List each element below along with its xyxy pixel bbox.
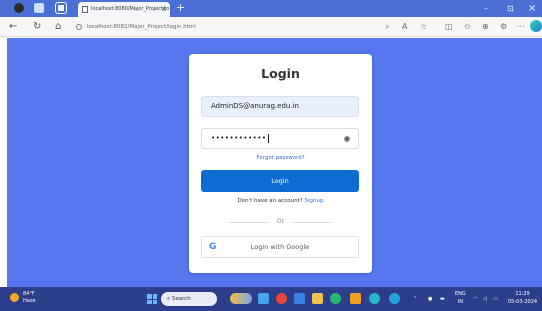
text-caret bbox=[267, 133, 269, 143]
no-account-text: Don't have an account? bbox=[237, 198, 303, 204]
maximize-button[interactable]: ⊡ bbox=[507, 0, 514, 17]
favorites-list-icon[interactable]: ✩ bbox=[464, 20, 471, 34]
back-icon[interactable]: ← bbox=[9, 20, 17, 34]
new-tab-button[interactable]: + bbox=[176, 0, 185, 16]
search-icon: ⌕ bbox=[167, 296, 171, 302]
email-value: AdminDS@anurag.edu.in bbox=[211, 102, 299, 110]
more-icon[interactable]: ··· bbox=[517, 20, 525, 34]
search-label: Search bbox=[171, 296, 191, 302]
edge-icon[interactable] bbox=[369, 293, 380, 304]
taskbar: 84°F Haze ⌕ Search ⌃ ● ▬ ENG IN ◠ ◁ ▭ 11… bbox=[0, 287, 542, 311]
favorite-icon[interactable]: ☆ bbox=[420, 20, 427, 34]
zoom-icon[interactable]: ⌕ bbox=[385, 20, 389, 34]
google-icon: G bbox=[209, 242, 217, 252]
close-window-button[interactable]: × bbox=[528, 0, 536, 17]
profile-icon[interactable] bbox=[14, 3, 24, 13]
signup-row: Don't have an account? Signup bbox=[189, 198, 372, 204]
login-card: Login AdminDS@anurag.edu.in ••••••••••••… bbox=[189, 54, 372, 273]
show-password-icon[interactable]: ◉ bbox=[344, 129, 351, 148]
or-text: Or bbox=[276, 218, 285, 225]
volume-icon[interactable]: ◁ bbox=[483, 295, 487, 303]
home-icon[interactable]: ⌂ bbox=[55, 20, 61, 34]
sun-icon bbox=[10, 293, 19, 302]
file-explorer-icon[interactable] bbox=[312, 293, 323, 304]
workspaces-icon[interactable] bbox=[34, 3, 44, 13]
weather-temp: 84°F bbox=[23, 291, 35, 297]
page-icon bbox=[82, 6, 88, 13]
chrome-icon[interactable] bbox=[276, 293, 287, 304]
google-button-label: Login with Google bbox=[250, 243, 310, 251]
tab-actions-icon[interactable] bbox=[55, 2, 67, 14]
battery-icon[interactable]: ▭ bbox=[493, 295, 498, 303]
address-bar[interactable]: localhost:8082/Major_Project/login.html bbox=[76, 20, 396, 34]
refresh-icon[interactable]: ↻ bbox=[33, 20, 41, 34]
site-info-icon[interactable] bbox=[76, 23, 82, 30]
clock-date: 05-03-2024 bbox=[508, 299, 538, 305]
extensions-icon[interactable]: ⚙ bbox=[500, 20, 507, 34]
google-login-button[interactable]: G Login with Google bbox=[201, 236, 359, 258]
tab-close-icon[interactable]: x bbox=[162, 2, 166, 17]
address-url: localhost:8082/Major_Project/login.html bbox=[87, 24, 196, 30]
wifi-icon[interactable]: ◠ bbox=[473, 295, 477, 303]
widgets-app-icon[interactable] bbox=[230, 293, 252, 304]
split-screen-icon[interactable]: ◫ bbox=[445, 20, 453, 34]
tab-title: localhost:8080/Major_Project/lo bbox=[91, 6, 170, 12]
browser-toolbar: ← ↻ ⌂ localhost:8082/Major_Project/login… bbox=[0, 17, 542, 37]
minimize-button[interactable]: – bbox=[484, 0, 488, 17]
password-field[interactable]: •••••••••••• ◉ bbox=[201, 128, 359, 149]
signup-link[interactable]: Signup bbox=[304, 198, 323, 204]
task-view-icon[interactable] bbox=[258, 293, 269, 304]
taskbar-search[interactable]: ⌕ Search bbox=[161, 292, 217, 306]
vscode-icon[interactable] bbox=[350, 293, 361, 304]
language-bottom: IN bbox=[457, 299, 463, 305]
start-button[interactable] bbox=[147, 294, 157, 304]
clock[interactable]: 11:29 05-03-2024 bbox=[508, 290, 537, 306]
email-field[interactable]: AdminDS@anurag.edu.in bbox=[201, 96, 359, 117]
read-aloud-icon[interactable]: A bbox=[402, 20, 407, 34]
login-title: Login bbox=[261, 66, 300, 81]
language-top: ENG bbox=[455, 291, 466, 297]
store-icon[interactable] bbox=[294, 293, 305, 304]
green-app-icon[interactable] bbox=[330, 293, 341, 304]
tray-app-icon[interactable]: ● bbox=[428, 295, 432, 303]
or-divider: Or bbox=[229, 218, 332, 226]
teams-icon[interactable] bbox=[389, 293, 400, 304]
browser-tab[interactable]: localhost:8080/Major_Project/lo x bbox=[78, 2, 170, 17]
show-hidden-icons[interactable]: ⌃ bbox=[413, 295, 417, 303]
tray-app-icon-2[interactable]: ▬ bbox=[440, 295, 445, 303]
forgot-password-link[interactable]: Forgot password? bbox=[189, 155, 372, 161]
browser-tab-strip: localhost:8080/Major_Project/lo x + – ⊡ … bbox=[0, 0, 542, 17]
clock-time: 11:29 bbox=[515, 291, 530, 297]
language-indicator[interactable]: ENG IN bbox=[455, 290, 466, 306]
weather-desc: Haze bbox=[23, 298, 36, 304]
login-button[interactable]: Login bbox=[201, 170, 359, 192]
password-value: •••••••••••• bbox=[211, 134, 267, 142]
copilot-icon[interactable] bbox=[530, 20, 542, 32]
collections-icon[interactable]: ⊕ bbox=[482, 20, 489, 34]
